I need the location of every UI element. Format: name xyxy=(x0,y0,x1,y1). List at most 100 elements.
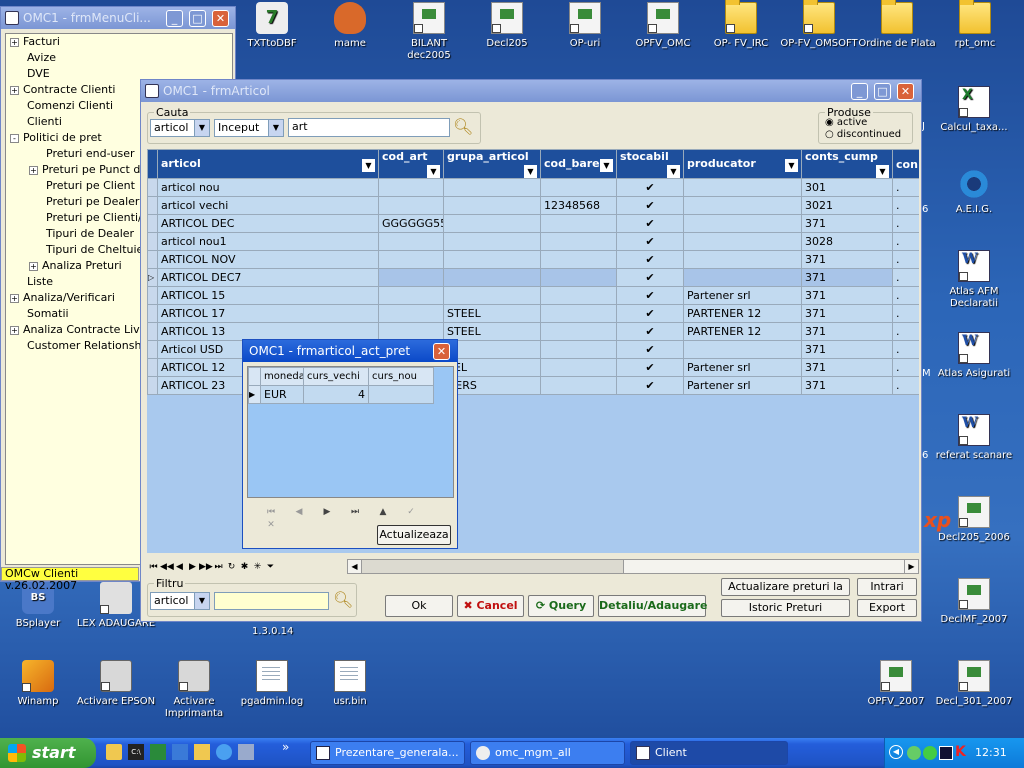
prev-record-icon[interactable]: ◀ xyxy=(173,560,186,574)
cancel-x-icon[interactable]: ✕ xyxy=(257,520,285,530)
table-cell[interactable] xyxy=(443,232,541,251)
table-cell[interactable]: ARTICOL DEC xyxy=(157,214,379,233)
col-header-moneda[interactable]: moneda xyxy=(260,367,304,386)
col-header-curs-nou[interactable]: curs_nou xyxy=(368,367,434,386)
table-cell[interactable]: articol nou xyxy=(157,178,379,197)
desktop-icon-txttodbf[interactable]: 7 TXTtoDBF xyxy=(232,2,312,50)
actualizare-preturi-button[interactable]: Actualizare preturi la curs xyxy=(721,578,850,609)
horizontal-scrollbar[interactable]: ◀ ▶ xyxy=(347,559,919,574)
expand-icon[interactable]: + xyxy=(10,37,19,47)
table-cell[interactable]: 12348568 xyxy=(540,196,617,215)
table-row[interactable]: ARTICOL DEC GGGGGG55 ✔ 371. xyxy=(147,214,919,233)
table-cell[interactable]: STEEL xyxy=(443,304,541,323)
table-cell[interactable] xyxy=(443,178,541,197)
col-header-cod-bare[interactable]: cod_bare ▼ xyxy=(540,149,617,179)
refresh-icon[interactable]: ↻ xyxy=(225,560,238,574)
table-cell[interactable]: . xyxy=(892,178,919,197)
row-indicator[interactable] xyxy=(147,250,158,269)
desktop-icon-aeig[interactable]: A.E.I.G. xyxy=(934,168,1014,216)
next-record-icon[interactable]: ▶ xyxy=(313,507,341,517)
table-cell[interactable] xyxy=(540,250,617,269)
table-cell[interactable] xyxy=(540,358,617,377)
table-cell[interactable]: ✔ xyxy=(616,286,684,305)
row-indicator[interactable] xyxy=(147,376,158,395)
ok-button[interactable]: Ok xyxy=(385,595,453,617)
col-header-stocabil[interactable]: stocabil ▼ xyxy=(616,149,684,179)
desktop-icon-calcul-taxa[interactable]: Calcul_taxa... xyxy=(934,86,1014,134)
desktop-icon-atlas-afm[interactable]: Atlas AFM Declaratii xyxy=(934,250,1014,310)
radio-active[interactable]: ◉ active xyxy=(825,117,867,129)
table-cell[interactable] xyxy=(378,250,444,269)
col-header-articol[interactable]: articol ▼ xyxy=(157,149,379,179)
table-cell[interactable] xyxy=(378,286,444,305)
chevron-down-icon[interactable]: ▼ xyxy=(427,165,440,178)
desktop-icon-activare-imprimanta[interactable]: Activare Imprimanta xyxy=(154,660,234,720)
moneda-cell[interactable]: EUR xyxy=(260,385,304,404)
table-cell[interactable]: . xyxy=(892,268,919,287)
row-indicator[interactable] xyxy=(147,322,158,341)
minimize-button[interactable]: _ xyxy=(166,10,183,27)
table-cell[interactable] xyxy=(378,232,444,251)
table-cell[interactable] xyxy=(540,178,617,197)
table-cell[interactable] xyxy=(443,196,541,215)
filter-icon[interactable]: ⏷ xyxy=(264,560,277,574)
table-cell[interactable]: ARTICOL 15 xyxy=(157,286,379,305)
desktop-icon-decl205[interactable]: Decl205 xyxy=(467,2,547,50)
insert-icon[interactable]: ✱ xyxy=(238,560,251,574)
table-cell[interactable] xyxy=(443,214,541,233)
delete-icon[interactable]: ✳ xyxy=(251,560,264,574)
table-cell[interactable] xyxy=(378,268,444,287)
cancel-button[interactable]: ✖ Cancel xyxy=(457,595,524,617)
table-cell[interactable]: Partener srl xyxy=(683,358,802,377)
cauta-field-select[interactable]: articol ▼ xyxy=(150,119,210,137)
table-cell[interactable] xyxy=(443,286,541,305)
tree-item-facturi[interactable]: + Facturi xyxy=(6,34,232,50)
task-prezentare[interactable]: Prezentare_generala... xyxy=(310,741,465,765)
table-row[interactable]: ARTICOL 15 ✔ Partener srl 371. xyxy=(147,286,919,305)
col-header-curs-vechi[interactable]: curs_vechi xyxy=(303,367,369,386)
folder-icon[interactable] xyxy=(106,744,122,760)
table-cell[interactable]: ✔ xyxy=(616,268,684,287)
table-cell[interactable]: ✔ xyxy=(616,196,684,215)
desktop-icon-op-fv-omsoft[interactable]: OP-FV_OMSOFT xyxy=(779,0,859,50)
table-cell[interactable] xyxy=(683,232,802,251)
desktop-icon-bilant[interactable]: BILANT dec2005 xyxy=(389,2,469,62)
table-cell[interactable]: 371 xyxy=(801,304,893,323)
table-cell[interactable]: STEEL xyxy=(443,322,541,341)
chevron-down-icon[interactable]: ▼ xyxy=(268,120,283,136)
table-cell[interactable]: EEL xyxy=(443,358,541,377)
row-indicator[interactable] xyxy=(147,358,158,377)
table-cell[interactable]: HERS xyxy=(443,376,541,395)
desktop-icon-decl-301[interactable]: Decl_301_2007 xyxy=(934,660,1014,708)
row-indicator[interactable] xyxy=(147,214,158,233)
chevron-left-icon[interactable]: ◀ xyxy=(889,745,903,759)
table-cell[interactable] xyxy=(443,340,541,359)
table-cell[interactable] xyxy=(683,250,802,269)
chevron-down-icon[interactable]: ▼ xyxy=(600,158,613,172)
table-row[interactable]: ARTICOL NOV ✔ 371. xyxy=(147,250,919,269)
desktop-icon-mame[interactable]: mame xyxy=(310,2,390,50)
table-row[interactable]: articol nou ✔ 301. xyxy=(147,178,919,197)
table-cell[interactable]: ✔ xyxy=(616,214,684,233)
table-cell[interactable]: Partener srl xyxy=(683,376,802,395)
table-cell[interactable] xyxy=(683,178,802,197)
filtru-input[interactable] xyxy=(214,592,329,610)
desktop-icon-ordine-plata[interactable]: Ordine de Plata xyxy=(857,0,937,50)
table-cell[interactable]: . xyxy=(892,196,919,215)
desktop-icon-op-uri[interactable]: OP-uri xyxy=(545,2,625,50)
chevron-down-icon[interactable]: ▼ xyxy=(785,158,798,172)
table-cell[interactable] xyxy=(540,232,617,251)
row-indicator[interactable] xyxy=(147,286,158,305)
up-icon[interactable]: ▲ xyxy=(369,507,397,517)
row-indicator[interactable] xyxy=(147,232,158,251)
desktop-icon-opfv-omc[interactable]: OPFV_OMC xyxy=(623,2,703,50)
desktop-icon-activare-epson[interactable]: Activare EPSON xyxy=(76,660,156,708)
next-page-icon[interactable]: ▶▶ xyxy=(199,560,213,574)
table-cell[interactable]: 371 xyxy=(801,358,893,377)
table-cell[interactable]: . xyxy=(892,304,919,323)
table-cell[interactable] xyxy=(683,214,802,233)
table-row[interactable]: articol vechi 12348568 ✔ 3021. xyxy=(147,196,919,215)
task-client[interactable]: Client xyxy=(630,741,788,765)
table-cell[interactable]: ✔ xyxy=(616,376,684,395)
table-cell[interactable]: . xyxy=(892,286,919,305)
